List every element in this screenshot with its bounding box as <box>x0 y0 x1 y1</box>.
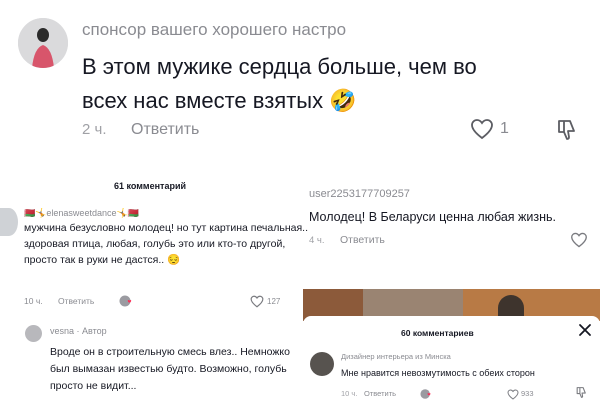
comment-text: мужчина безусловно молодец! но тут карти… <box>24 222 309 266</box>
comment-text: В этом мужике сердца больше, чем во всех… <box>82 54 477 113</box>
dislike-icon[interactable] <box>555 118 579 147</box>
comment-username[interactable]: спонсор вашего хорошего настро <box>82 20 346 40</box>
like-count: 127 <box>267 297 281 306</box>
avatar[interactable] <box>0 208 18 236</box>
reply-button[interactable]: Ответить <box>131 121 199 139</box>
comment-time: 2 ч. <box>82 121 107 138</box>
author-liked-avatar-icon <box>119 294 133 308</box>
comment-username[interactable]: user2253177709257 <box>309 188 410 200</box>
comment-username[interactable]: 🇧🇾🤸elenasweetdance🤸🇧🇾 <box>24 208 139 219</box>
reply-button[interactable]: Ответить <box>364 389 396 398</box>
avatar-photo-icon <box>18 18 68 68</box>
comment-time: 10 ч. <box>24 296 43 306</box>
reply-button[interactable]: Ответить <box>340 234 385 246</box>
heart-icon[interactable] <box>570 232 588 253</box>
like-count: 933 <box>521 389 534 398</box>
comment-text: Молодец! В Беларуси ценна любая жизнь. <box>309 210 557 224</box>
author-liked-avatar-icon <box>420 387 432 399</box>
reply-text: Вроде он в строительную смесь влез.. Нем… <box>50 346 290 392</box>
like-count: 1 <box>500 120 509 137</box>
close-icon[interactable] <box>578 323 592 337</box>
reply-button[interactable]: Ответить <box>58 296 94 306</box>
comment-time: 10 ч. <box>341 389 358 398</box>
heart-icon[interactable] <box>470 118 494 145</box>
heart-icon[interactable] <box>507 387 519 400</box>
comment-time: 4 ч. <box>309 235 325 246</box>
avatar[interactable] <box>18 18 68 68</box>
comments-count-title: 61 комментарий <box>114 181 187 191</box>
dislike-icon[interactable] <box>575 386 588 400</box>
avatar[interactable] <box>310 352 334 376</box>
comment-text: Мне нравится невозмутимость с обеих стор… <box>341 368 535 378</box>
comments-count-title: 60 комментариев <box>401 328 474 338</box>
heart-icon[interactable] <box>250 295 264 313</box>
avatar[interactable] <box>25 325 42 342</box>
reply-username[interactable]: vesna · Автор <box>50 326 107 336</box>
comment-username[interactable]: Дизайнер интерьера из Минска <box>341 352 451 361</box>
